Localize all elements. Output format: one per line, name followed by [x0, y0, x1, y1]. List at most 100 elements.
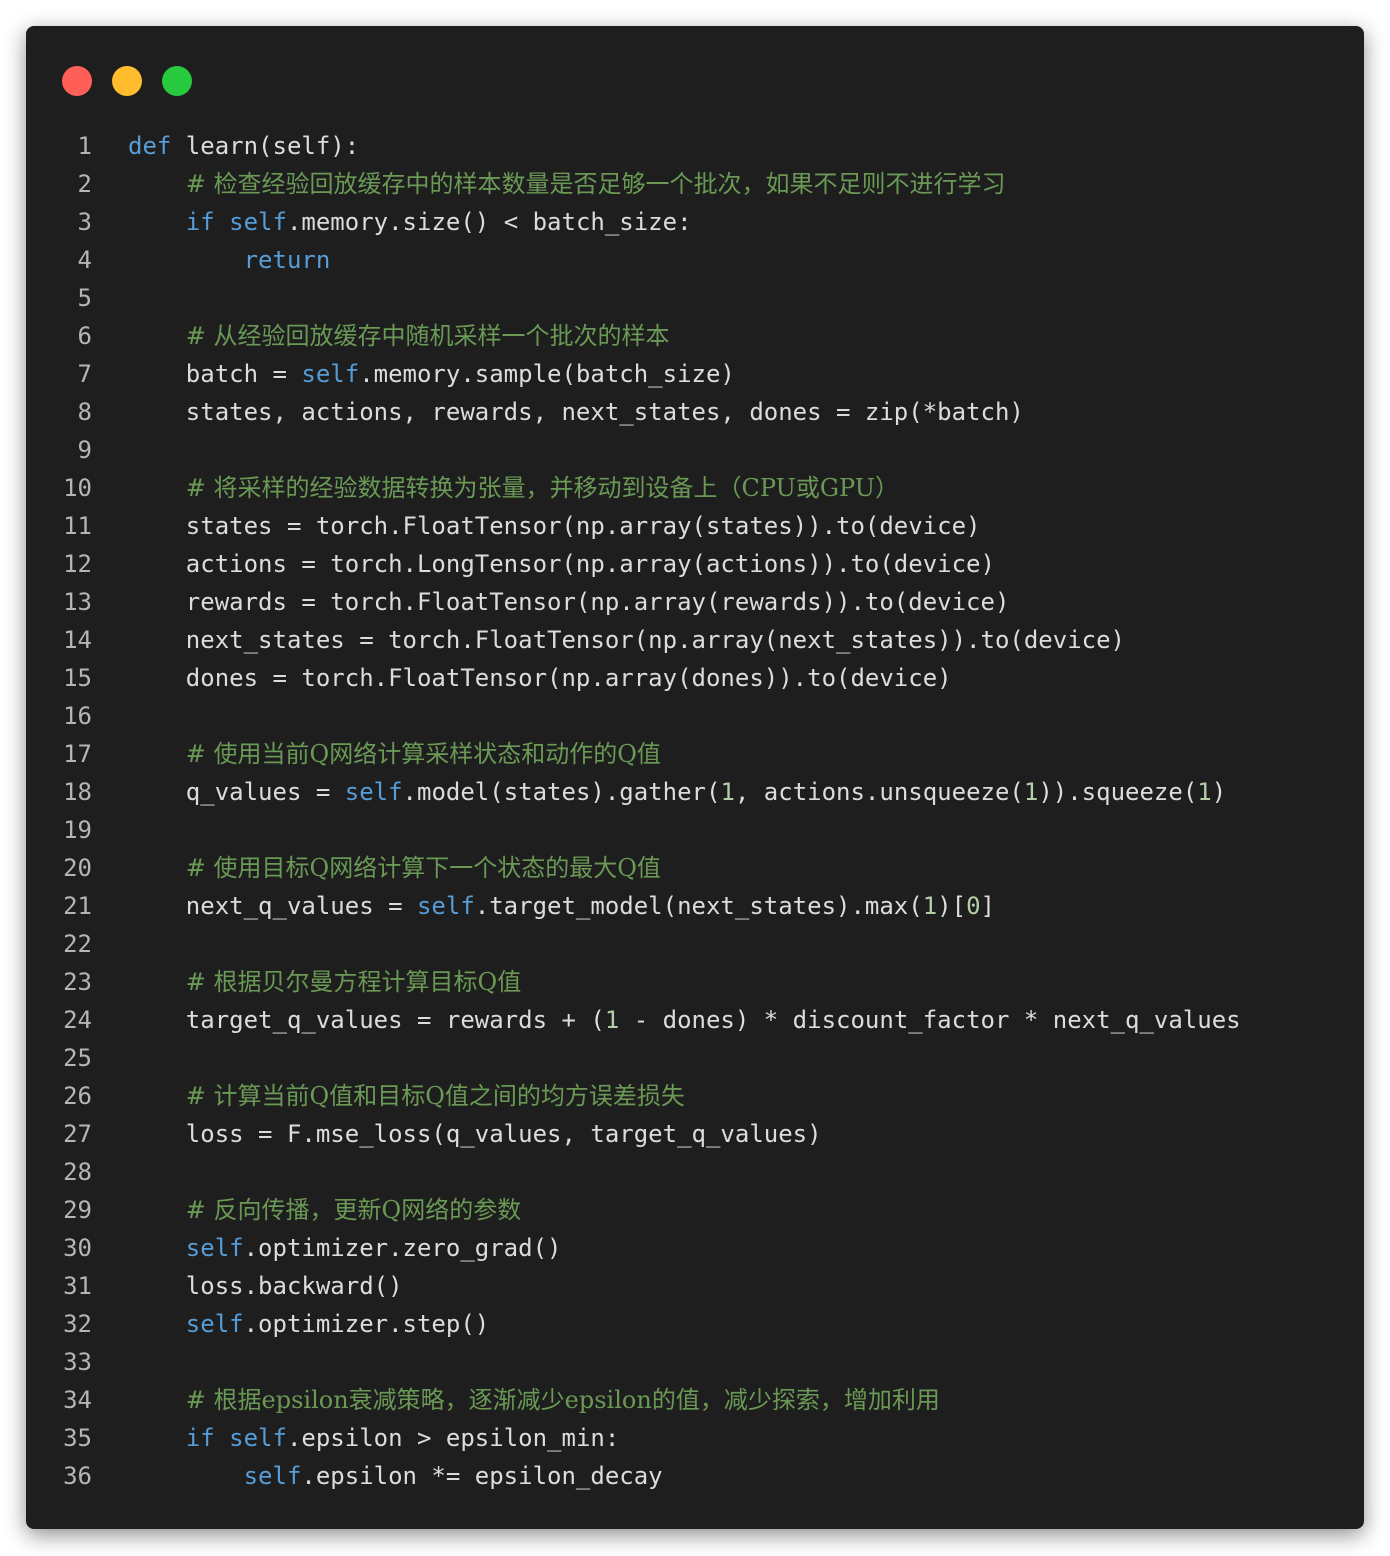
code-text: # 使用目标Q网络计算下一个状态的最大Q值 — [128, 849, 661, 887]
line-number: 2 — [77, 170, 92, 198]
code-text: states = torch.FloatTensor(np.array(stat… — [128, 507, 981, 545]
self-token: self — [185, 1310, 244, 1338]
number-token: 1 — [720, 778, 735, 806]
code-text: self.optimizer.zero_grad() — [128, 1229, 562, 1267]
code-line: 34 # 根据epsilon衰减策略，逐渐减少epsilon的值，减少探索，增加… — [26, 1381, 1364, 1419]
code-text: # 检查经验回放缓存中的样本数量是否足够一个批次，如果不足则不进行学习 — [128, 165, 1006, 203]
maximize-dot-icon[interactable] — [162, 66, 192, 96]
code-text: def learn(self): — [128, 127, 359, 165]
line-number: 30 — [63, 1234, 92, 1262]
code-window: 1 def learn(self): 2 # 检查经验回放缓存中的样本数量是否足够一… — [26, 26, 1364, 1529]
comment-token: # 反向传播，更新Q网络的参数 — [185, 1196, 522, 1224]
number-token: 1 — [604, 1006, 620, 1034]
code-text: states, actions, rewards, next_states, d… — [128, 393, 1024, 431]
code-text: # 从经验回放缓存中随机采样一个批次的样本 — [128, 317, 670, 355]
code-token: next_q_values = — [128, 892, 417, 920]
comment-token: # 检查经验回放缓存中的样本数量是否足够一个批次，如果不足则不进行学习 — [185, 170, 1006, 198]
code-line: 13 rewards = torch.FloatTensor(np.array(… — [26, 583, 1364, 621]
code-token: next_states = torch.FloatTensor(np.array… — [128, 626, 1125, 654]
code-block: 1 def learn(self): 2 # 检查经验回放缓存中的样本数量是否足够一… — [26, 127, 1364, 1495]
code-line: 6 # 从经验回放缓存中随机采样一个批次的样本 — [26, 317, 1364, 355]
line-number: 16 — [63, 702, 92, 730]
code-token: batch = — [128, 360, 302, 388]
line-number: 7 — [77, 360, 92, 388]
code-token: )[ — [937, 892, 967, 920]
code-token: states, actions, rewards, next_states, d… — [128, 398, 1024, 426]
line-number: 14 — [63, 626, 92, 654]
comment-token: # 使用目标Q网络计算下一个状态的最大Q值 — [185, 854, 661, 882]
line-number: 36 — [63, 1462, 92, 1490]
line-number: 19 — [63, 816, 92, 844]
code-line: 3 if self.memory.size() < batch_size: — [26, 203, 1364, 241]
self-token: self — [243, 1462, 302, 1490]
code-text: self.epsilon *= epsilon_decay — [128, 1457, 663, 1495]
line-number: 1 — [77, 132, 92, 160]
code-line: 33 — [26, 1343, 1364, 1381]
code-line: 17 # 使用当前Q网络计算采样状态和动作的Q值 — [26, 735, 1364, 773]
line-number: 25 — [63, 1044, 92, 1072]
code-line: 8 states, actions, rewards, next_states,… — [26, 393, 1364, 431]
close-dot-icon[interactable] — [62, 66, 92, 96]
line-number: 23 — [63, 968, 92, 996]
line-number: 13 — [63, 588, 92, 616]
code-line: 28 — [26, 1153, 1364, 1191]
code-line: 32 self.optimizer.step() — [26, 1305, 1364, 1343]
code-token: , actions.unsqueeze( — [734, 778, 1024, 806]
code-token: rewards = torch.FloatTensor(np.array(rew… — [128, 588, 1010, 616]
comment-token: # 根据贝尔曼方程计算目标Q值 — [185, 968, 522, 996]
line-number: 26 — [63, 1082, 92, 1110]
code-text: dones = torch.FloatTensor(np.array(dones… — [128, 659, 952, 697]
line-number: 17 — [63, 740, 92, 768]
keyword-token: return — [243, 246, 331, 274]
line-number: 20 — [63, 854, 92, 882]
code-line: 29 # 反向传播，更新Q网络的参数 — [26, 1191, 1364, 1229]
code-text: loss = F.mse_loss(q_values, target_q_val… — [128, 1115, 822, 1153]
line-number: 10 — [63, 474, 92, 502]
comment-token: # 计算当前Q值和目标Q值之间的均方误差损失 — [185, 1082, 685, 1110]
code-line: 16 — [26, 697, 1364, 735]
code-token: q_values = — [128, 778, 345, 806]
code-text: batch = self.memory.sample(batch_size) — [128, 355, 735, 393]
code-line: 24 target_q_values = rewards + (1 - done… — [26, 1001, 1364, 1039]
line-number: 28 — [63, 1158, 92, 1186]
line-number: 5 — [77, 284, 92, 312]
number-token: 1 — [922, 892, 938, 920]
code-token: .memory.size() < batch_size: — [286, 208, 692, 236]
line-number: 12 — [63, 550, 92, 578]
code-text: if self.epsilon > epsilon_min: — [128, 1419, 620, 1457]
code-text: self.optimizer.step() — [128, 1305, 489, 1343]
code-line: 7 batch = self.memory.sample(batch_size) — [26, 355, 1364, 393]
code-token: - dones) * discount_factor * next_q_valu… — [619, 1006, 1241, 1034]
code-line: 22 — [26, 925, 1364, 963]
line-number: 35 — [63, 1424, 92, 1452]
line-number: 32 — [63, 1310, 92, 1338]
line-number: 22 — [63, 930, 92, 958]
code-token: loss.backward() — [128, 1272, 403, 1300]
code-text: target_q_values = rewards + (1 - dones) … — [128, 1001, 1241, 1039]
code-token: dones = torch.FloatTensor(np.array(dones… — [128, 664, 952, 692]
code-text: return — [128, 241, 331, 279]
code-line: 35 if self.epsilon > epsilon_min: — [26, 1419, 1364, 1457]
code-text: next_states = torch.FloatTensor(np.array… — [128, 621, 1125, 659]
code-line: 12 actions = torch.LongTensor(np.array(a… — [26, 545, 1364, 583]
code-token: ] — [980, 892, 995, 920]
line-number: 6 — [77, 322, 92, 350]
code-line: 10 # 将采样的经验数据转换为张量，并移动到设备上（CPU或GPU） — [26, 469, 1364, 507]
code-line: 2 # 检查经验回放缓存中的样本数量是否足够一个批次，如果不足则不进行学习 — [26, 165, 1364, 203]
code-text: next_q_values = self.target_model(next_s… — [128, 887, 995, 925]
minimize-dot-icon[interactable] — [112, 66, 142, 96]
code-text: # 根据贝尔曼方程计算目标Q值 — [128, 963, 521, 1001]
code-token: states = torch.FloatTensor(np.array(stat… — [128, 512, 981, 540]
code-token: actions = torch.LongTensor(np.array(acti… — [128, 550, 995, 578]
